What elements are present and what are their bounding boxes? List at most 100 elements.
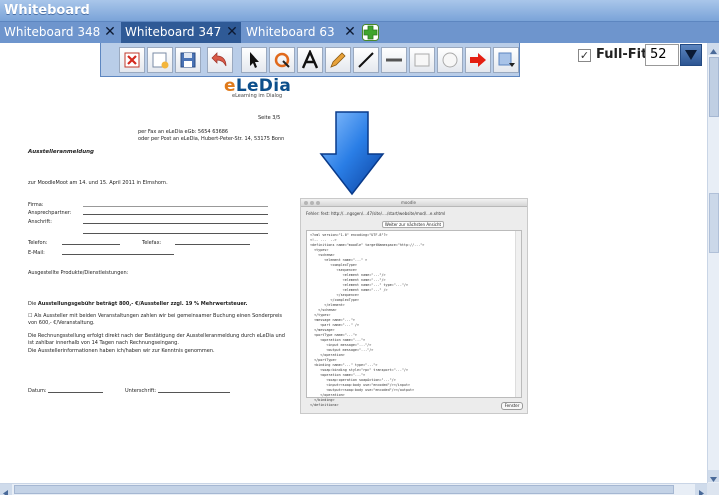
info-text: Die Ausstellerinformationen haben ich/ha…	[28, 348, 215, 354]
window-dot	[310, 201, 314, 205]
scroll-down-button[interactable]	[708, 470, 719, 482]
tab-whiteboard-63[interactable]: Whiteboard 63 ✕	[242, 22, 360, 43]
new-page-icon	[152, 52, 169, 69]
app-title: Whiteboard	[4, 3, 90, 18]
vertical-scroll-grip[interactable]	[709, 193, 719, 253]
arrow-icon	[470, 53, 486, 67]
fee-text: Die Ausstellungsgebühr beträgt 800,- €/A…	[28, 301, 248, 307]
intro-text: zur MoodleMoot am 14. und 15. April 2011…	[28, 180, 168, 186]
address-line-2	[83, 233, 268, 234]
scroll-right-icon	[699, 490, 704, 495]
delete-icon	[124, 52, 140, 68]
rectangle-icon	[414, 53, 430, 67]
pointer-tool[interactable]	[241, 47, 267, 73]
date-line	[48, 392, 103, 393]
zoom-dropdown-button[interactable]	[680, 44, 702, 66]
header-post: oder per Post an eLeDia, Hubert-Peter-St…	[138, 136, 285, 142]
embedded-screenshot: moodle Fehler: fest: http://...ngsgen/..…	[300, 198, 528, 414]
tab-label: Whiteboard 347	[125, 25, 222, 39]
products-label: Ausgestellte Produkte/Dienstleistungen:	[28, 270, 129, 276]
screenshot-continue-button: Weiter zur nächsten Ansicht	[382, 221, 444, 228]
paste-icon	[498, 52, 515, 67]
ellipse-icon	[442, 52, 458, 68]
header-fax: per Fax an eLeDia eGb: 5654 63686	[138, 129, 229, 135]
chevron-down-icon	[685, 50, 697, 60]
address-line	[83, 223, 268, 224]
scroll-right-button[interactable]	[695, 484, 707, 495]
date-label: Datum:	[28, 388, 47, 394]
scroll-left-icon	[3, 490, 8, 495]
tab-bar: Whiteboard 348 ✕ Whiteboard 347 ✕ Whiteb…	[0, 22, 719, 43]
down-arrow-icon	[319, 111, 385, 196]
window-dot	[304, 201, 308, 205]
tab-whiteboard-348[interactable]: Whiteboard 348 ✕	[0, 22, 120, 43]
screenshot-scrollbar	[515, 231, 521, 397]
text-icon	[301, 50, 319, 69]
horizontal-scrollbar[interactable]	[0, 483, 707, 495]
save-button[interactable]	[175, 47, 201, 73]
billing-text-2: ist zahlbar innerhalb von 14 Tagen nach …	[28, 340, 179, 346]
rectangle-tool[interactable]	[409, 47, 435, 73]
undo-icon	[211, 52, 227, 67]
scrollbar-corner	[707, 483, 719, 495]
delete-button[interactable]	[119, 47, 145, 73]
new-page-button[interactable]	[147, 47, 173, 73]
save-icon	[180, 52, 196, 68]
whiteboard-window: Whiteboard Whiteboard 348 ✕ Whiteboard 3…	[0, 0, 719, 495]
arrow-tool[interactable]	[465, 47, 491, 73]
scroll-left-button[interactable]	[0, 484, 12, 495]
close-tab-icon[interactable]: ✕	[103, 22, 117, 43]
pencil-icon	[330, 52, 346, 68]
full-fit-label: Full-Fit	[596, 47, 648, 62]
pointer-icon	[250, 52, 259, 68]
close-tab-icon[interactable]: ✕	[343, 22, 357, 43]
contact-label: Ansprechpartner:	[28, 210, 72, 216]
window-dot	[316, 201, 320, 205]
document-page: Seite 3/5 per Fax an eLeDia eGb: 5654 63…	[0, 98, 300, 478]
document-heading: Ausstelleranmeldung	[28, 149, 94, 155]
rotate-icon	[274, 52, 290, 68]
phone-line	[62, 244, 120, 245]
company-line	[83, 206, 268, 207]
horizontal-scroll-thumb[interactable]	[14, 485, 674, 494]
email-label: E-Mail:	[28, 250, 45, 256]
tab-label: Whiteboard 348	[4, 25, 101, 39]
company-label: Firma:	[28, 202, 44, 208]
screenshot-titlebar: moodle	[301, 199, 527, 207]
paste-tool[interactable]	[493, 47, 519, 73]
phone-label: Telefon:	[28, 240, 48, 246]
undo-button[interactable]	[207, 47, 233, 73]
page-number: Seite 3/5	[258, 115, 281, 121]
full-fit-checkbox[interactable]: ✓	[578, 49, 591, 62]
screenshot-url: Fehler: fest: http://...ngsgen/...47/sit…	[306, 211, 446, 216]
contact-line	[83, 214, 268, 215]
text-tool[interactable]	[297, 47, 323, 73]
billing-text-1: Die Rechnungsstellung erfolgt direkt nac…	[28, 333, 285, 339]
tab-whiteboard-347[interactable]: Whiteboard 347 ✕	[121, 22, 241, 43]
vertical-scroll-thumb[interactable]	[709, 57, 719, 117]
screenshot-title: moodle	[401, 200, 416, 205]
close-tab-icon[interactable]: ✕	[225, 22, 239, 43]
thick-line-tool[interactable]	[381, 47, 407, 73]
screenshot-code-pane: <?xml version="1.0" encoding="UTF-8"?> <…	[306, 230, 522, 407]
xml-code: <?xml version="1.0" encoding="UTF-8"?> <…	[310, 233, 425, 407]
pencil-tool[interactable]	[325, 47, 351, 73]
line-tool[interactable]	[353, 47, 379, 73]
vertical-scrollbar[interactable]	[707, 43, 719, 483]
email-line	[62, 254, 174, 255]
address-label: Anschrift:	[28, 219, 52, 225]
rotate-tool[interactable]	[269, 47, 295, 73]
signature-line	[158, 392, 230, 393]
screenshot-close-button: Fenster	[501, 402, 523, 410]
option-text-2: von 600,- €/Veranstaltung.	[28, 320, 95, 326]
scroll-up-button[interactable]	[708, 43, 719, 55]
ellipse-tool[interactable]	[437, 47, 463, 73]
zoom-input[interactable]: 52	[645, 44, 679, 66]
option-text-1: ☐ Als Aussteller mit beiden Veranstaltun…	[28, 313, 283, 319]
line-icon	[358, 52, 374, 68]
eledia-logo: eLeDia eLearning im Dialog	[220, 76, 300, 99]
add-tab-icon[interactable]	[362, 24, 379, 41]
fax-line	[175, 244, 250, 245]
drawing-toolbar	[100, 43, 520, 77]
thick-line-icon	[386, 58, 402, 62]
